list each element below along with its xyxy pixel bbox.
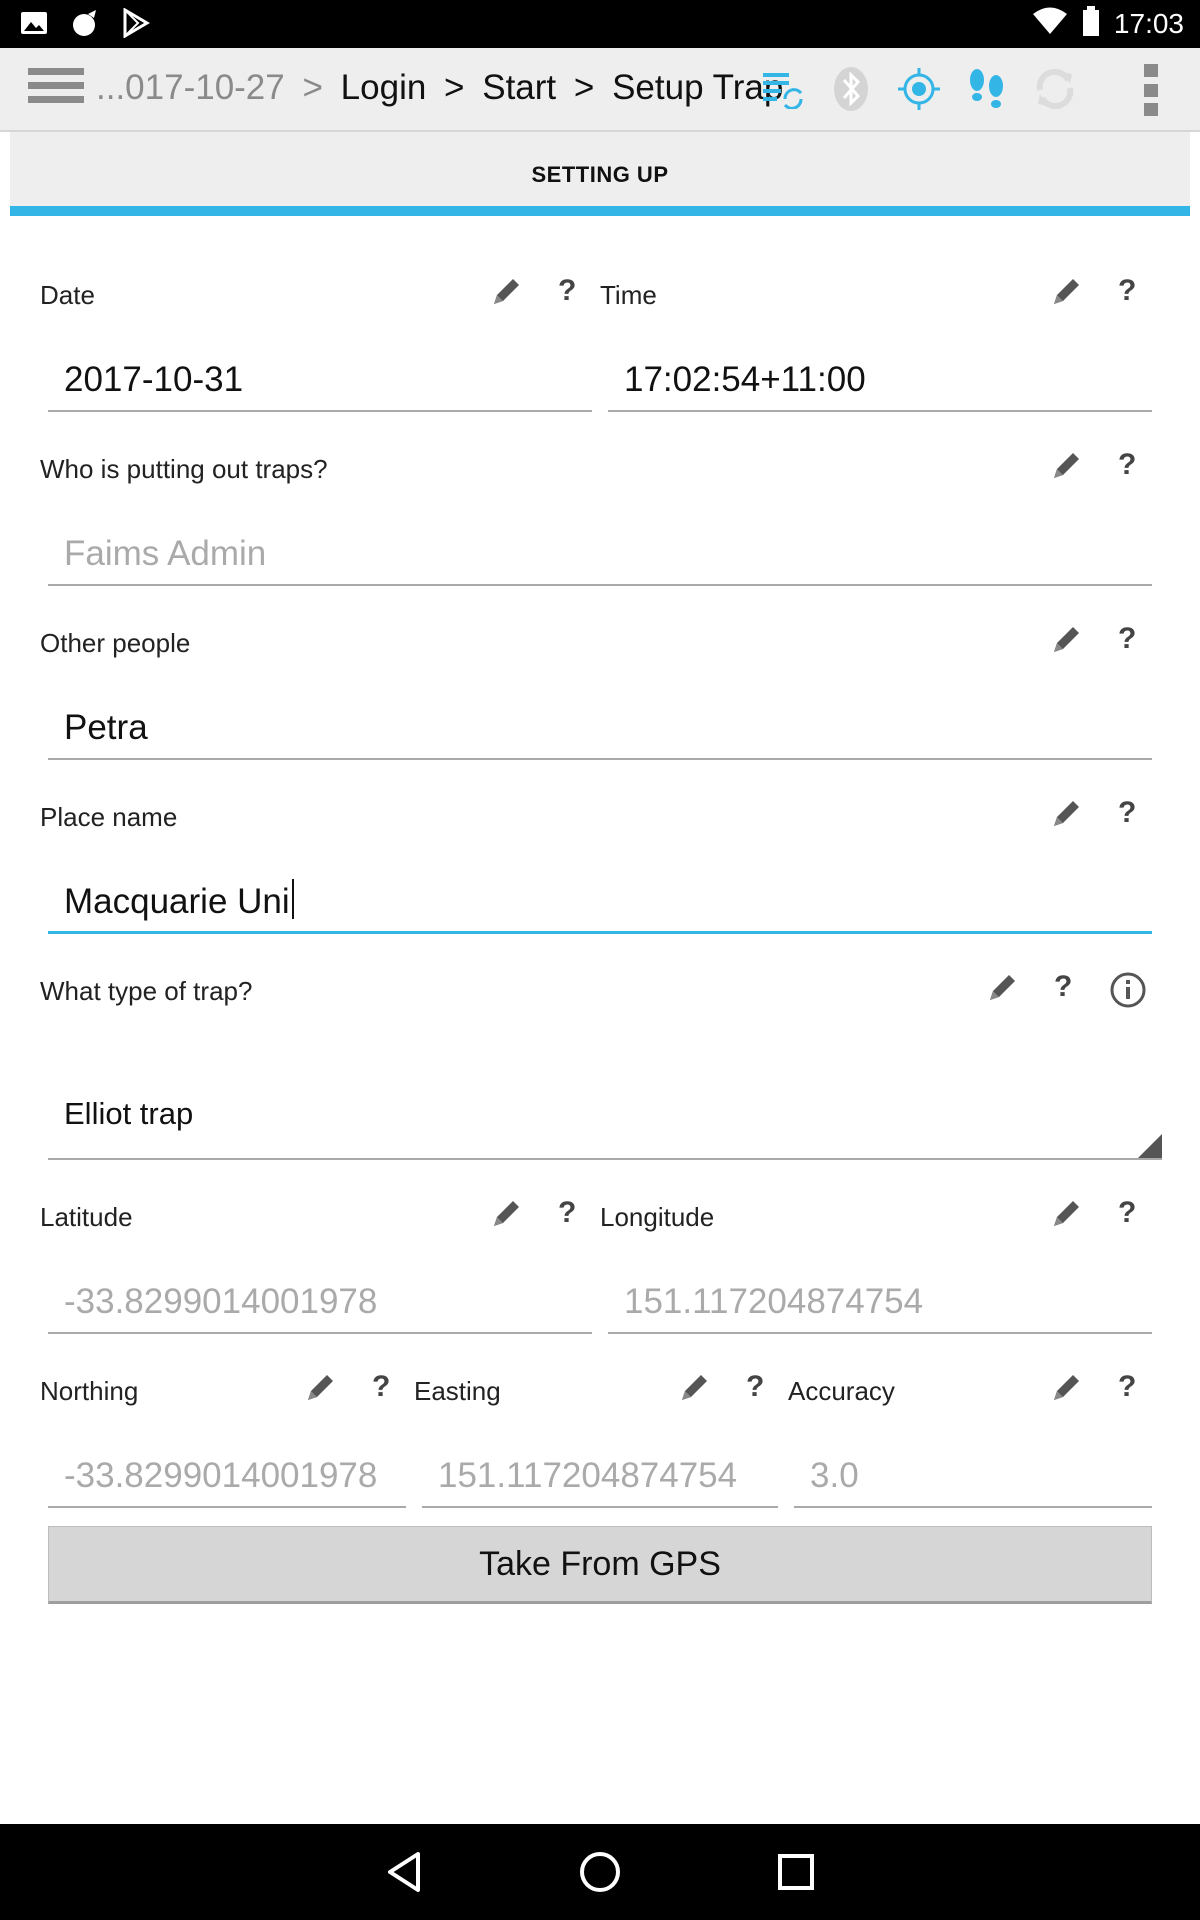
breadcrumb-prefix[interactable]: ...017-10-27	[96, 68, 285, 107]
take-from-gps-button[interactable]: Take From GPS	[48, 1526, 1152, 1604]
image-icon	[20, 9, 48, 42]
refresh-icon[interactable]	[1032, 66, 1078, 112]
longitude-label: Longitude	[600, 1202, 715, 1232]
help-icon[interactable]: ?	[1118, 1196, 1136, 1230]
bluetooth-icon[interactable]	[828, 66, 874, 112]
who-label: Who is putting out traps?	[40, 454, 328, 484]
pencil-icon[interactable]	[1048, 1196, 1084, 1232]
tracklog-icon[interactable]	[964, 66, 1010, 112]
recents-icon[interactable]	[766, 1844, 826, 1900]
breadcrumb-item-start[interactable]: Start	[482, 68, 556, 107]
help-icon[interactable]: ?	[1118, 448, 1136, 482]
sync-icon[interactable]	[760, 66, 806, 112]
easting-field[interactable]: 151.117204874754	[422, 1448, 778, 1508]
help-icon[interactable]: ?	[1054, 970, 1072, 1004]
longitude-field[interactable]: 151.117204874754	[608, 1274, 1152, 1334]
help-icon[interactable]: ?	[746, 1370, 764, 1404]
pencil-icon[interactable]	[302, 1370, 338, 1406]
who-field[interactable]: Faims Admin	[48, 526, 1152, 586]
pencil-icon[interactable]	[676, 1370, 712, 1406]
play-store-icon	[122, 7, 150, 43]
text-cursor	[291, 879, 294, 919]
breadcrumb-separator: >	[302, 68, 323, 107]
time-field[interactable]: 17:02:54+11:00	[608, 352, 1152, 412]
other-people-label: Other people	[40, 628, 191, 658]
cat-icon	[70, 8, 100, 43]
place-name-value: Macquarie Uni	[64, 882, 290, 921]
place-name-label: Place name	[40, 802, 178, 832]
breadcrumb-separator: >	[573, 68, 595, 107]
breadcrumb-separator: >	[444, 68, 465, 107]
home-icon[interactable]	[570, 1844, 630, 1900]
drawer-menu-button[interactable]	[28, 68, 84, 112]
navigation-bar	[0, 1824, 1200, 1920]
battery-icon	[1082, 6, 1100, 41]
status-bar: 17:03	[0, 0, 1200, 48]
pencil-icon[interactable]	[1048, 622, 1084, 658]
northing-label: Northing	[40, 1376, 139, 1406]
date-label: Date	[40, 280, 95, 310]
time-label: Time	[600, 280, 657, 310]
tab-setting-up[interactable]: SETTING UP	[10, 132, 1190, 206]
breadcrumb: ...017-10-27 > Login > Start > Setup Tra…	[96, 68, 783, 108]
easting-label: Easting	[414, 1376, 501, 1406]
accuracy-label: Accuracy	[788, 1376, 895, 1406]
trap-type-select[interactable]: Elliot trap	[48, 1060, 1162, 1160]
action-bar: ...017-10-27 > Login > Start > Setup Tra…	[0, 48, 1200, 132]
help-icon[interactable]: ?	[1118, 1370, 1136, 1404]
pencil-icon[interactable]	[984, 970, 1020, 1006]
trap-type-value: Elliot trap	[64, 1096, 194, 1131]
trap-type-label: What type of trap?	[40, 976, 253, 1006]
help-icon[interactable]: ?	[372, 1370, 390, 1404]
setup-trap-form: Date ? Time ? 2017-10-31 17:02:54+11:00 …	[10, 216, 1190, 1824]
pencil-icon[interactable]	[1048, 274, 1084, 310]
pencil-icon[interactable]	[488, 274, 524, 310]
breadcrumb-item-login[interactable]: Login	[341, 68, 427, 107]
back-icon[interactable]	[374, 1844, 434, 1900]
overflow-menu-button[interactable]	[1144, 64, 1160, 116]
pencil-icon[interactable]	[1048, 448, 1084, 484]
gps-icon[interactable]	[896, 66, 942, 112]
dropdown-triangle-icon	[1138, 1134, 1162, 1158]
breadcrumb-item-setup-trap[interactable]: Setup Trap	[612, 68, 783, 107]
pencil-icon[interactable]	[1048, 1370, 1084, 1406]
tab-indicator	[10, 206, 1190, 216]
latitude-field[interactable]: -33.8299014001978	[48, 1274, 592, 1334]
pencil-icon[interactable]	[1048, 796, 1084, 832]
help-icon[interactable]: ?	[1118, 622, 1136, 656]
other-people-field[interactable]: Petra	[48, 700, 1152, 760]
pencil-icon[interactable]	[488, 1196, 524, 1232]
date-field[interactable]: 2017-10-31	[48, 352, 592, 412]
wifi-icon	[1032, 7, 1068, 40]
northing-field[interactable]: -33.8299014001978	[48, 1448, 406, 1508]
tab-label: SETTING UP	[531, 162, 669, 187]
accuracy-field[interactable]: 3.0	[794, 1448, 1152, 1508]
help-icon[interactable]: ?	[558, 1196, 576, 1230]
place-name-field[interactable]: Macquarie Uni	[48, 874, 1152, 934]
info-icon[interactable]	[1110, 972, 1146, 1008]
latitude-label: Latitude	[40, 1202, 133, 1232]
clock: 17:03	[1113, 7, 1184, 39]
help-icon[interactable]: ?	[1118, 796, 1136, 830]
help-icon[interactable]: ?	[558, 274, 576, 308]
help-icon[interactable]: ?	[1118, 274, 1136, 308]
